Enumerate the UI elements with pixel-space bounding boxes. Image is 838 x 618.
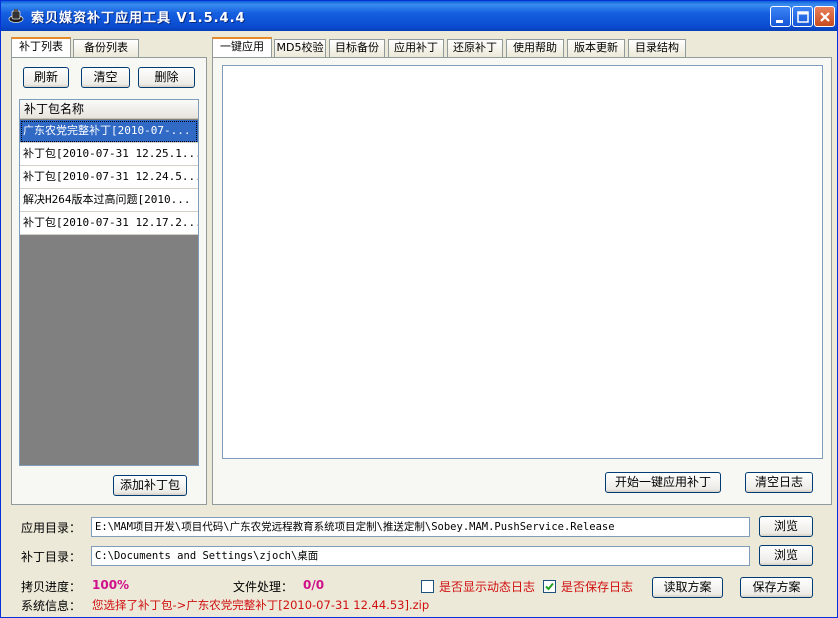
refresh-button[interactable]: 刷新 [23,67,69,88]
clear-log-button[interactable]: 清空日志 [745,472,813,493]
start-one-click-apply-button[interactable]: 开始一键应用补丁 [605,472,721,493]
file-processing-label: 文件处理： [233,580,294,594]
system-info-value: 您选择了补丁包->广东农党完整补丁[2010-07-31 12.44.53].z… [92,598,430,612]
delete-button[interactable]: 删除 [138,67,195,88]
list-item[interactable]: 广东农党完整补丁[2010-07-... [20,120,198,143]
list-item[interactable]: 补丁包[2010-07-31 12.25.1... [20,143,198,166]
list-item[interactable]: 解决H264版本过高问题[2010... [20,189,198,212]
patch-dir-label: 补丁目录： [21,550,82,564]
tab-apply-patch[interactable]: 应用补丁 [388,39,444,57]
list-item[interactable]: 补丁包[2010-07-31 12.24.5... [20,166,198,189]
progress-label: 拷贝进度： [21,580,82,594]
minimize-icon [776,20,783,23]
tab-patch-list[interactable]: 补丁列表 [11,37,71,57]
maximize-icon [797,11,809,23]
maximize-button[interactable] [792,6,813,27]
checkmark-icon [545,582,554,591]
patch-list[interactable]: 补丁包名称 广东农党完整补丁[2010-07-... 补丁包[2010-07-3… [19,99,199,466]
list-item[interactable]: 补丁包[2010-07-31 12.17.2... [20,212,198,235]
tab-backup-list[interactable]: 备份列表 [73,39,139,57]
app-logo-icon [7,7,25,25]
file-processing-value: 0/0 [303,578,325,592]
right-tab-strip: 一键应用 MD5校验 目标备份 应用补丁 还原补丁 使用帮助 版本更新 目录结构 [212,37,832,59]
minimize-button[interactable] [770,6,791,27]
left-tab-strip: 补丁列表 备份列表 [11,37,211,59]
column-header-patch-name[interactable]: 补丁包名称 [20,100,198,119]
app-dir-field[interactable]: E:\MAM项目开发\项目代码\广东农党远程教育系统项目定制\推送定制\Sobe… [91,517,750,537]
close-button[interactable] [814,6,835,27]
read-scheme-button[interactable]: 读取方案 [652,577,723,598]
tab-directory-structure[interactable]: 目录结构 [628,39,686,57]
show-dynamic-log-label[interactable]: 是否显示动态日志 [439,578,535,595]
tab-one-click-apply[interactable]: 一键应用 [212,37,272,57]
app-window: 索贝媒资补丁应用工具 V1.5.4.4 补丁列表 备份列表 刷新 清空 删除 补… [0,0,838,618]
save-log-checkbox[interactable] [543,580,556,593]
tab-restore-patch[interactable]: 还原补丁 [447,39,503,57]
app-dir-label: 应用目录： [21,521,82,535]
save-log-label[interactable]: 是否保存日志 [561,578,633,595]
progress-value: 100% [92,578,130,592]
tab-help[interactable]: 使用帮助 [506,39,564,57]
tab-target-backup[interactable]: 目标备份 [329,39,385,57]
clear-button[interactable]: 清空 [81,67,130,88]
patch-dir-field[interactable]: C:\Documents and Settings\zjoch\桌面 [91,546,750,566]
title-bar[interactable]: 索贝媒资补丁应用工具 V1.5.4.4 [1,1,837,31]
system-info-label: 系统信息： [21,599,82,613]
tab-version-update[interactable]: 版本更新 [567,39,625,57]
log-textarea[interactable] [222,65,823,459]
browse-patch-dir-button[interactable]: 浏览 [759,545,813,566]
close-icon [820,12,830,22]
window-title: 索贝媒资补丁应用工具 V1.5.4.4 [31,11,246,26]
browse-app-dir-button[interactable]: 浏览 [759,516,813,537]
add-patch-button[interactable]: 添加补丁包 [113,475,187,496]
save-scheme-button[interactable]: 保存方案 [740,577,813,598]
tab-md5-check[interactable]: MD5校验 [274,39,326,57]
show-dynamic-log-checkbox[interactable] [421,580,434,593]
